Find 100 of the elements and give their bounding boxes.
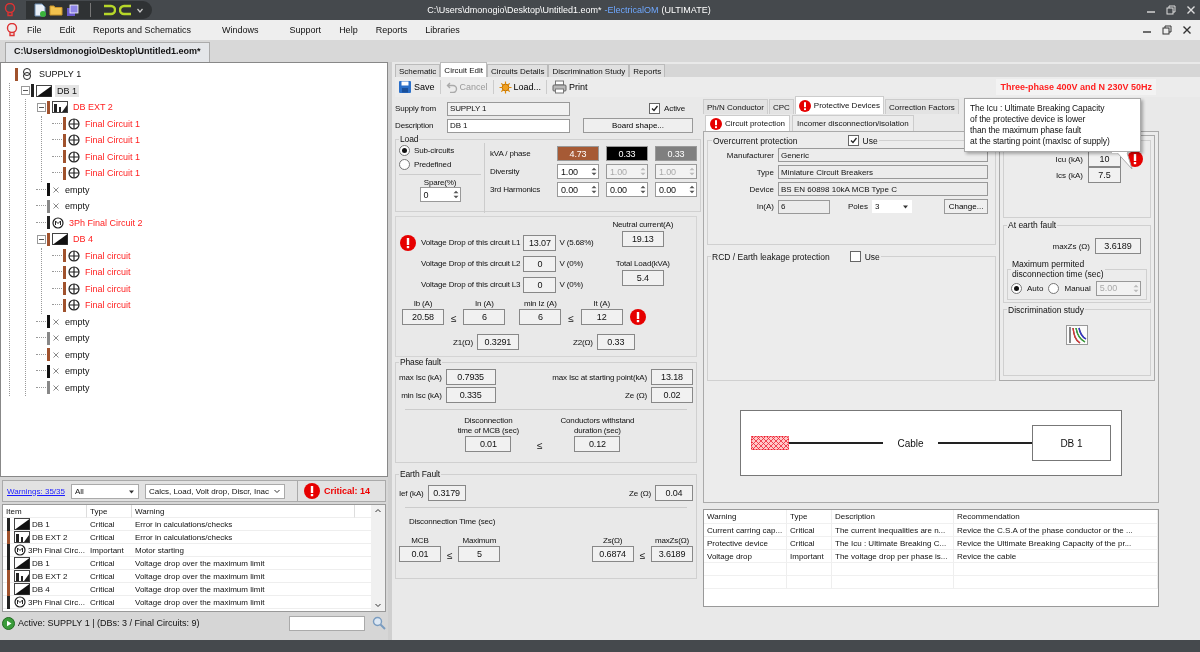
tab[interactable]: Ph/N Conductor	[703, 99, 768, 114]
tree-item[interactable]: Final circuit	[83, 249, 133, 262]
undo-icon[interactable]	[102, 4, 116, 16]
new-file-icon[interactable]	[34, 3, 46, 17]
column-header[interactable]: Description	[835, 512, 875, 521]
column-header[interactable]: Recommendation	[957, 512, 1020, 521]
tree-item[interactable]: Final circuit	[83, 282, 133, 295]
menu-item[interactable]: Reports	[366, 25, 417, 35]
caret-icon[interactable]	[136, 6, 144, 14]
spin-arrows-icon[interactable]	[590, 166, 598, 177]
change-button[interactable]: Change...	[944, 199, 988, 214]
tree-item[interactable]: Final Circuit 1	[83, 150, 142, 163]
spin-arrows-icon[interactable]	[639, 184, 647, 195]
layers-icon[interactable]	[66, 3, 79, 17]
tree-item[interactable]: Final Circuit 1	[83, 134, 142, 147]
curve-chart-icon[interactable]	[1066, 324, 1088, 345]
radio-button[interactable]	[1011, 282, 1022, 294]
tab[interactable]: Circuits Details	[487, 64, 549, 77]
tab[interactable]: Incomer disconnection/isolation	[792, 115, 914, 131]
tab[interactable]: Correction Factors	[885, 99, 959, 114]
tab[interactable]: Circuit protection	[705, 115, 791, 131]
tree-item[interactable]: 3Ph Final Circuit 2	[67, 216, 145, 229]
menu-item[interactable]: Edit	[50, 25, 85, 35]
spin-field[interactable]: 0.00	[606, 182, 648, 197]
tab[interactable]: Circuit Edit	[440, 62, 488, 77]
checkbox[interactable]	[649, 103, 661, 114]
save-icon[interactable]	[398, 80, 412, 94]
chevron-icon[interactable]	[273, 487, 282, 495]
redo-icon[interactable]	[119, 4, 133, 16]
board-shape-button[interactable]: Board shape...	[583, 118, 693, 133]
radio-button[interactable]	[399, 158, 410, 170]
search-field[interactable]	[289, 615, 365, 631]
menu-item[interactable]: Libraries	[416, 25, 469, 35]
tree-item[interactable]: Final Circuit 1	[83, 167, 142, 180]
poles-dropdown[interactable]: 3	[872, 200, 912, 213]
printer-icon[interactable]	[552, 80, 568, 94]
warnings-link[interactable]: Warnings: 35/35	[7, 486, 65, 496]
document-tab[interactable]: C:\Users\dmonogio\Desktop\Untitled1.eom*	[5, 42, 210, 62]
supply-field[interactable]: SUPPLY 1	[447, 101, 570, 116]
gear-icon[interactable]	[498, 80, 512, 94]
restore-icon[interactable]	[1162, 25, 1172, 35]
tree-item[interactable]: empty	[63, 315, 92, 328]
radio-button[interactable]	[1048, 282, 1060, 294]
app-icon[interactable]	[6, 23, 18, 37]
tree-item[interactable]: empty	[63, 348, 92, 361]
tree-item[interactable]: DB EXT 2	[71, 101, 115, 114]
toolbar-button[interactable]: Load...	[495, 78, 545, 96]
tree-item[interactable]: Final circuit	[83, 266, 133, 279]
tree-item[interactable]: Final Circuit 1	[83, 117, 142, 130]
tab[interactable]: Schematic	[395, 64, 441, 77]
caret-icon[interactable]	[902, 203, 909, 210]
tree-item[interactable]: empty	[63, 200, 92, 213]
tab[interactable]: CPC	[768, 99, 794, 114]
folder-icon[interactable]	[49, 4, 63, 16]
tree-item[interactable]: empty	[63, 332, 92, 345]
collapse-icon[interactable]	[36, 234, 46, 244]
tab[interactable]: Reports	[629, 64, 666, 77]
tree-item[interactable]: empty	[63, 183, 92, 196]
tree-item[interactable]: empty	[63, 365, 92, 378]
table-cell: The current inequalities are n...	[835, 525, 946, 535]
checkbox[interactable]	[847, 135, 859, 146]
tree-item[interactable]: empty	[63, 381, 92, 394]
column-header[interactable]: Warning	[707, 512, 737, 521]
close-icon[interactable]	[1182, 25, 1192, 35]
spin-field[interactable]: 0	[419, 187, 461, 202]
menu-item[interactable]: Support	[280, 25, 331, 35]
toolbar-button[interactable]: Print	[549, 78, 591, 96]
tree-item[interactable]: SUPPLY 1	[37, 68, 84, 81]
tree-item[interactable]: Final circuit	[83, 299, 133, 312]
spin-arrows-icon[interactable]	[688, 184, 696, 195]
cable-label: Cable	[896, 437, 925, 449]
spin-arrows-icon[interactable]	[451, 189, 460, 200]
description-field[interactable]: DB 1	[447, 118, 570, 133]
tab[interactable]: Discrimination Study	[548, 64, 630, 77]
category-dropdown[interactable]: Calcs, Load, Volt drop, Discr, Inac	[144, 483, 286, 499]
scrollbar[interactable]	[371, 505, 385, 611]
checkbox[interactable]	[849, 251, 861, 262]
spin-field[interactable]: 1.00	[557, 164, 599, 179]
menu-item[interactable]: File	[18, 25, 51, 35]
restore-icon[interactable]	[1166, 5, 1176, 15]
collapse-icon[interactable]	[20, 86, 30, 96]
spin-field[interactable]: 0.00	[655, 182, 697, 197]
alert-icon	[304, 483, 321, 499]
radio-button[interactable]	[399, 144, 410, 156]
column-header[interactable]: Warning	[132, 505, 355, 518]
collapse-icon[interactable]	[36, 102, 46, 112]
cross-icon	[52, 185, 60, 194]
filter-dropdown[interactable]: All	[70, 483, 139, 499]
tree-item[interactable]: DB 4	[71, 233, 95, 246]
spin-arrows-icon[interactable]	[590, 184, 598, 195]
tab[interactable]: Protective Devices	[794, 96, 885, 114]
menu-item[interactable]: Reports and Schematics	[84, 25, 214, 35]
menu-item[interactable]: Help	[330, 25, 367, 35]
menu-item[interactable]: Windows	[213, 25, 281, 35]
spin-field[interactable]: 0.00	[557, 182, 599, 197]
toolbar-button[interactable]: Save	[395, 78, 438, 96]
column-header[interactable]: Type	[87, 505, 132, 518]
tree-item[interactable]: DB 1	[55, 84, 79, 97]
rating-field[interactable]: 6	[778, 199, 830, 214]
column-header[interactable]: Type	[790, 512, 808, 521]
